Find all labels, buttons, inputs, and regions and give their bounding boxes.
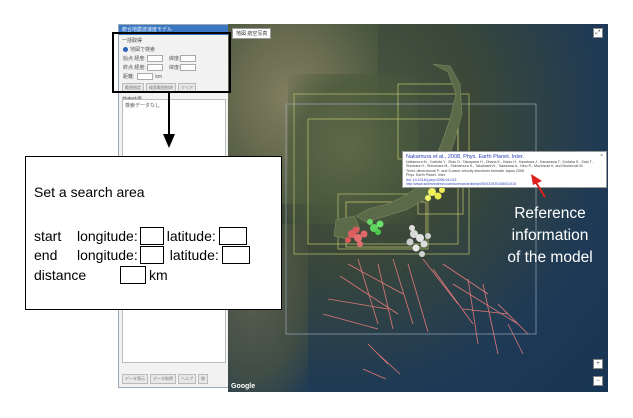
start-longitude-box[interactable] [139, 227, 164, 245]
search-area-highlight [112, 32, 231, 93]
start-latitude-box[interactable] [218, 227, 247, 245]
start-fields-row: start longitude: latitude: [34, 226, 247, 246]
annotation-line: information [511, 227, 589, 244]
down-arrow-icon [163, 134, 175, 148]
latitude-label: latitude: [166, 228, 216, 244]
start-label: start [34, 228, 62, 244]
longitude-label: longitude: [77, 228, 138, 244]
end-latitude-box[interactable] [221, 246, 250, 264]
reference-annotation: Reference information of the model [495, 203, 605, 269]
latitude-label: latitude: [169, 247, 219, 263]
distance-label: distance [34, 267, 87, 283]
annotation-line: Reference [514, 205, 586, 222]
end-fields-row: end longitude: latitude: [34, 245, 250, 265]
distance-fields-row: distance km [34, 265, 168, 285]
end-label: end [34, 247, 58, 263]
search-area-callout: Set a search area start longitude: latit… [25, 156, 282, 310]
end-longitude-box[interactable] [139, 246, 164, 264]
distance-box[interactable] [120, 266, 146, 284]
longitude-label: longitude: [77, 247, 138, 263]
annotation-line: of the model [507, 249, 593, 266]
down-arrow-icon [168, 93, 170, 135]
callout-title: Set a search area [34, 184, 145, 200]
km-label: km [149, 267, 168, 283]
